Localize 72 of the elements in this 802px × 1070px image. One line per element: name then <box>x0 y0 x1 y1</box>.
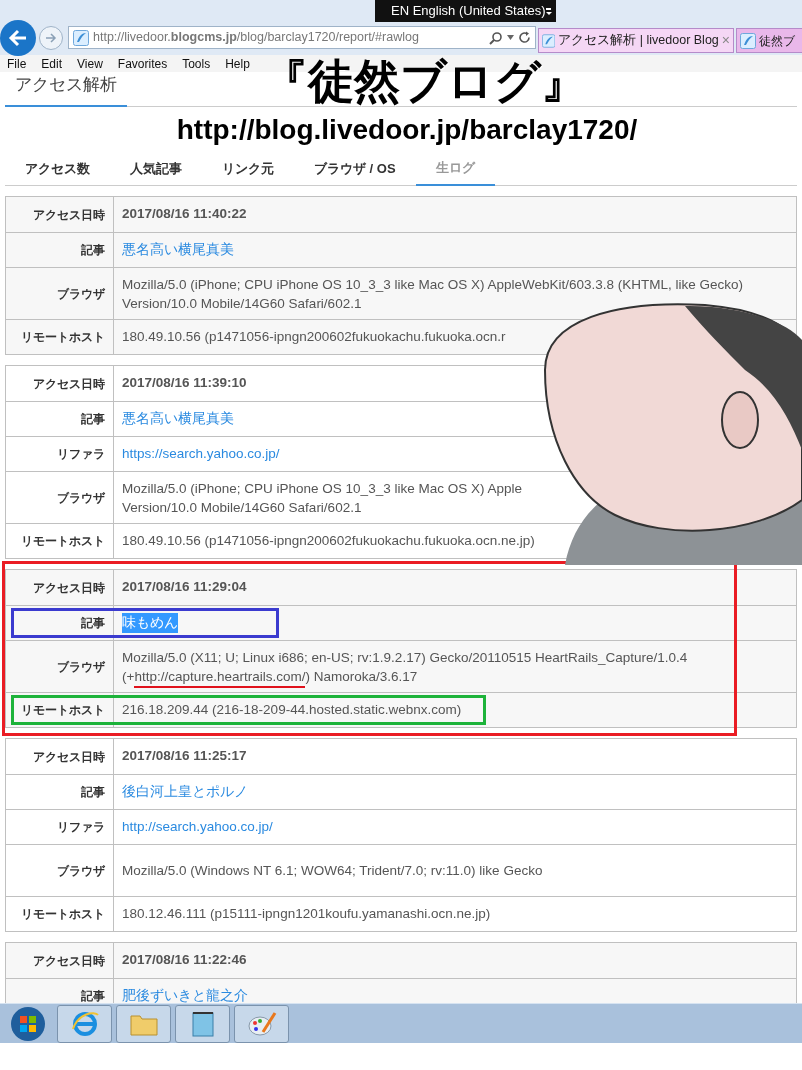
nav-tab[interactable]: ブラウザ / OS <box>294 151 416 186</box>
field-label: ブラウザ <box>57 489 105 507</box>
access-time: 2017/08/16 11:25:17 <box>122 747 247 766</box>
access-time: 2017/08/16 11:40:22 <box>122 205 247 224</box>
user-agent-text: Mozilla/5.0 (iPhone; CPU iPhone OS 10_3_3 like Mac OS X) AppleWebKit/603.3.8 (KHTML, like Gecko) Version/10.0 Mobile/14G60 Safari/602.1 <box>122 275 744 313</box>
field-label: ブラウザ <box>57 862 105 880</box>
nav-tab[interactable]: リンク元 <box>202 151 294 186</box>
field-label: 記事 <box>81 242 105 259</box>
paint-taskbar-button[interactable] <box>234 1004 289 1043</box>
user-agent-text: Mozilla/5.0 (iPhone; CPU iPhone OS 10_3_3 like Mac OS X) Apple Version/10.0 Mobile/14G60 Safari/602.1 <box>122 479 522 517</box>
field-label: アクセス日時 <box>33 952 105 970</box>
windows-logo-icon <box>10 1005 46 1042</box>
address-field[interactable]: http://livedoor.blogcms.jp/blog/barclay1720/report/#rawlog <box>68 26 536 49</box>
menu-item[interactable]: Tools <box>182 54 211 73</box>
field-label: リモートホスト <box>21 702 105 719</box>
field-label: ブラウザ <box>57 658 105 676</box>
link[interactable]: 悪名高い横尾真美 <box>122 408 234 430</box>
notepad-icon <box>189 1009 216 1038</box>
link[interactable]: 後白河上皇とポルノ <box>122 781 248 803</box>
field-label: アクセス日時 <box>33 748 105 766</box>
user-agent-text: Mozilla/5.0 (Windows NT 6.1; WOW64; Trident/7.0; rv:11.0) like Gecko <box>122 862 543 880</box>
back-arrow-icon <box>8 29 28 47</box>
menu-item[interactable]: Edit <box>41 54 63 73</box>
language-bar[interactable]: EN English (United States) <box>375 0 556 22</box>
tab-icon <box>542 32 556 49</box>
folder-taskbar-button[interactable] <box>116 1004 171 1043</box>
access-time: 2017/08/16 11:29:04 <box>122 578 247 597</box>
field-label: 記事 <box>81 784 105 801</box>
nav-tab[interactable]: 人気記事 <box>110 151 202 186</box>
field-label: リモートホスト <box>21 329 105 346</box>
field-label: ブラウザ <box>57 285 105 303</box>
field-label: リファラ <box>57 819 105 836</box>
menu-item[interactable]: File <box>7 54 27 73</box>
notepad-taskbar-button[interactable] <box>175 1004 230 1043</box>
field-label: 記事 <box>81 411 105 428</box>
overlay-title: 『徒然ブログ』 <box>262 56 587 106</box>
field-label: リモートホスト <box>21 906 105 923</box>
browser-tab[interactable]: アクセス解析 | livedoor Blog × <box>538 28 734 53</box>
field-label: アクセス日時 <box>33 206 105 224</box>
host-text: 180.49.10.56 (p1471056-ipngn200602fukuokachu.fukuoka.ocn.r <box>122 327 506 346</box>
link[interactable]: http://search.yahoo.co.jp/ <box>122 816 273 838</box>
arrows-icon <box>545 7 552 15</box>
host-text: 216.18.209.44 (216-18-209-44.hosted.static.webnx.com) <box>122 700 462 719</box>
menu-item[interactable]: View <box>77 54 103 73</box>
access-time: 2017/08/16 11:39:10 <box>122 374 247 393</box>
dropdown-caret-icon[interactable] <box>507 35 514 40</box>
link[interactable]: 肥後ずいきと龍之介 <box>122 985 248 1003</box>
refresh-icon[interactable] <box>518 31 531 44</box>
tab-icon <box>740 32 756 49</box>
field-label: リモートホスト <box>21 533 105 550</box>
host-text: 180.12.46.111 (p15111-ipngn1201koufu.yamanashi.ocn.ne.jp) <box>122 904 491 923</box>
access-time: 2017/08/16 11:22:46 <box>122 951 247 970</box>
field-label: アクセス日時 <box>33 579 105 597</box>
field-label: 記事 <box>81 988 105 1003</box>
menu-item[interactable]: Favorites <box>117 54 168 73</box>
user-agent-text: Mozilla/5.0 (X11; U; Linux i686; en-US; rv:1.9.2.17) Gecko/20110515 HeartRails_Capture/1.0.4 (+http://capture.heartrails.com/) Namoroka/3.6.17 <box>122 647 688 686</box>
browser-tab[interactable]: 徒然ブ <box>736 28 802 53</box>
back-button[interactable] <box>0 20 36 56</box>
forward-arrow-icon <box>45 33 57 43</box>
menu-item[interactable]: Help <box>225 54 250 73</box>
page-heading: アクセス解析 <box>5 72 127 107</box>
link[interactable]: https://search.yahoo.co.jp/ <box>122 443 280 465</box>
overlay-url: http://blog.livedoor.jp/barclay1720/ <box>175 113 638 147</box>
field-label: アクセス日時 <box>33 375 105 393</box>
field-label: 記事 <box>81 615 105 632</box>
nav-tab[interactable]: アクセス数 <box>5 151 110 186</box>
page-icon <box>73 29 89 46</box>
field-label: リファラ <box>57 446 105 463</box>
host-text: 180.49.10.56 (p1471056-ipngn200602fukuokachu.fukuoka.ocn.ne.jp) <box>122 531 535 550</box>
search-icon[interactable] <box>489 30 503 45</box>
browser-taskbar-button[interactable] <box>57 1004 112 1043</box>
link[interactable]: 悪名高い横尾真美 <box>122 239 234 261</box>
